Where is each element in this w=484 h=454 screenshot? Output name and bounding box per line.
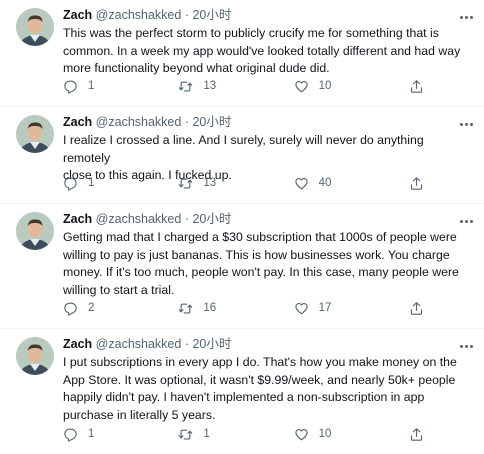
share-icon xyxy=(410,176,423,190)
tweet-time[interactable]: 20小时 xyxy=(192,212,231,226)
heart-icon xyxy=(294,428,308,440)
avatar[interactable] xyxy=(16,115,54,153)
reply-button[interactable]: 2 xyxy=(63,301,143,316)
share-button[interactable] xyxy=(409,79,424,94)
reply-icon xyxy=(64,80,77,94)
share-icon xyxy=(410,79,423,93)
author-handle[interactable]: @zachshakked xyxy=(96,337,182,351)
retweet-icon xyxy=(179,429,193,439)
tweet-item[interactable]: Zach @zachshakked · 20小时 I put subscript… xyxy=(0,329,484,454)
author-name[interactable]: Zach xyxy=(63,337,92,351)
tweet-time[interactable]: 20小时 xyxy=(192,8,231,22)
heart-icon xyxy=(294,302,308,314)
reply-icon xyxy=(64,302,77,316)
share-icon xyxy=(410,301,423,315)
author-handle[interactable]: @zachshakked xyxy=(96,212,182,226)
more-icon[interactable] xyxy=(456,10,476,24)
like-count: 10 xyxy=(318,80,332,92)
tweet-feed: Zach @zachshakked · 20小时 This was the pe… xyxy=(0,0,484,454)
share-icon xyxy=(410,427,423,441)
more-icon[interactable] xyxy=(456,117,476,131)
retweet-icon xyxy=(179,81,193,91)
avatar[interactable] xyxy=(16,8,54,46)
reply-button[interactable]: 1 xyxy=(63,176,143,191)
more-icon[interactable] xyxy=(456,339,476,353)
author-name[interactable]: Zach xyxy=(63,212,92,226)
heart-icon xyxy=(294,177,308,189)
reply-icon xyxy=(64,177,77,191)
like-count: 17 xyxy=(318,302,332,314)
retweet-count: 16 xyxy=(203,302,217,314)
reply-count: 1 xyxy=(88,80,95,92)
reply-count: 1 xyxy=(88,428,95,440)
author-name[interactable]: Zach xyxy=(63,8,92,22)
retweet-count: 13 xyxy=(203,80,217,92)
retweet-button[interactable]: 16 xyxy=(178,301,258,316)
tweet-actions: 2 16 17 xyxy=(63,300,424,316)
like-button[interactable]: 17 xyxy=(294,301,374,316)
tweet-text: Getting mad that I charged a $30 subscri… xyxy=(63,230,459,297)
retweet-button[interactable]: 13 xyxy=(178,79,258,94)
avatar-image xyxy=(16,8,54,46)
tweet-item[interactable]: Zach @zachshakked · 20小时 I realize I cro… xyxy=(0,107,484,204)
tweet-header: Zach @zachshakked · 20小时 xyxy=(63,6,472,24)
retweet-count: 1 xyxy=(203,428,210,440)
retweet-icon xyxy=(179,178,193,188)
like-count: 10 xyxy=(318,428,332,440)
reply-button[interactable]: 1 xyxy=(63,427,143,442)
share-button[interactable] xyxy=(409,176,424,191)
retweet-icon xyxy=(179,303,193,313)
heart-icon xyxy=(294,80,308,92)
reply-count: 1 xyxy=(88,177,95,189)
avatar-image xyxy=(16,337,54,375)
author-handle[interactable]: @zachshakked xyxy=(96,115,182,129)
separator-dot: · xyxy=(184,8,189,22)
tweet-header: Zach @zachshakked · 20小时 xyxy=(63,113,472,131)
separator-dot: · xyxy=(184,115,189,129)
avatar-image xyxy=(16,212,54,250)
retweet-count: 13 xyxy=(203,177,217,189)
share-button[interactable] xyxy=(409,301,424,316)
avatar[interactable] xyxy=(16,337,54,375)
tweet-header: Zach @zachshakked · 20小时 xyxy=(63,210,472,228)
tweet-actions: 1 13 40 xyxy=(63,175,424,191)
avatar-image xyxy=(16,115,54,153)
like-button[interactable]: 40 xyxy=(294,176,374,191)
avatar[interactable] xyxy=(16,212,54,250)
like-button[interactable]: 10 xyxy=(294,79,374,94)
reply-button[interactable]: 1 xyxy=(63,79,143,94)
tweet-text: I put subscriptions in every app I do. T… xyxy=(63,355,457,422)
share-button[interactable] xyxy=(409,427,424,442)
tweet-actions: 1 13 10 xyxy=(63,78,424,94)
tweet-text: This was the perfect storm to publicly c… xyxy=(63,26,461,75)
tweet-time[interactable]: 20小时 xyxy=(192,115,231,129)
like-count: 40 xyxy=(318,177,332,189)
author-name[interactable]: Zach xyxy=(63,115,92,129)
reply-count: 2 xyxy=(88,302,95,314)
author-handle[interactable]: @zachshakked xyxy=(96,8,182,22)
reply-icon xyxy=(64,428,77,442)
separator-dot: · xyxy=(184,212,189,226)
retweet-button[interactable]: 1 xyxy=(178,427,258,442)
tweet-item[interactable]: Zach @zachshakked · 20小时 Getting mad tha… xyxy=(0,204,484,329)
tweet-time[interactable]: 20小时 xyxy=(192,337,231,351)
retweet-button[interactable]: 13 xyxy=(178,176,258,191)
tweet-item[interactable]: Zach @zachshakked · 20小时 This was the pe… xyxy=(0,0,484,107)
separator-dot: · xyxy=(184,337,189,351)
more-icon[interactable] xyxy=(456,214,476,228)
tweet-header: Zach @zachshakked · 20小时 xyxy=(63,335,472,353)
like-button[interactable]: 10 xyxy=(294,427,374,442)
tweet-actions: 1 1 10 xyxy=(63,426,424,442)
